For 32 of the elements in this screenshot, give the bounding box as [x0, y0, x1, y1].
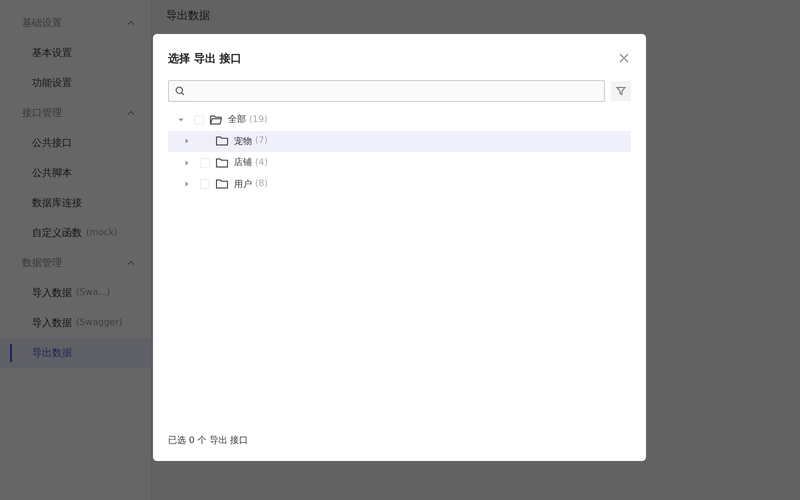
dialog-title: 选择 导出 接口 — [168, 50, 242, 66]
item-count: (4) — [255, 158, 268, 168]
tree-label: 店铺 — [234, 156, 252, 170]
tree-row[interactable]: 用户 (8) — [168, 174, 631, 195]
selection-summary: 已选 0 个 导出 接口 — [168, 434, 250, 447]
chevron-icon[interactable] — [127, 19, 135, 27]
chevron-icon[interactable] — [127, 109, 135, 117]
tree-row[interactable]: 全部 (19) — [168, 109, 631, 130]
item-count: (7) — [255, 136, 268, 146]
sidebar-item[interactable]: 导出数据 — [0, 338, 151, 368]
sidebar-item[interactable]: 公共接口 — [0, 128, 151, 158]
tree-label: 全部 — [228, 114, 246, 126]
sidebar-item[interactable]: 公共脚本 — [0, 158, 151, 188]
folder-icon — [210, 114, 222, 125]
tree-row[interactable]: 店铺 (4) — [168, 152, 631, 174]
folder-icon — [216, 136, 228, 146]
tree-row[interactable]: 宠物 (7) — [168, 130, 631, 152]
tree-label: 宠物 — [234, 136, 252, 148]
close-icon[interactable] — [617, 51, 631, 65]
folder-icon — [216, 179, 228, 190]
sidebar-item[interactable]: 基本设置 — [0, 38, 151, 68]
sidebar-item[interactable]: 数据库连接 — [0, 188, 151, 218]
item-count: (19) — [249, 114, 268, 125]
chevron-icon[interactable] — [127, 259, 135, 267]
folder-icon — [216, 158, 228, 168]
search-icon — [175, 86, 185, 96]
page-title: 导出数据 — [166, 8, 211, 23]
tree-label: 用户 — [234, 178, 252, 191]
filter-icon[interactable] — [611, 81, 631, 101]
sidebar-item[interactable]: 功能设置 — [0, 68, 151, 98]
item-count: (8) — [255, 179, 268, 190]
search-field[interactable] — [168, 80, 605, 102]
